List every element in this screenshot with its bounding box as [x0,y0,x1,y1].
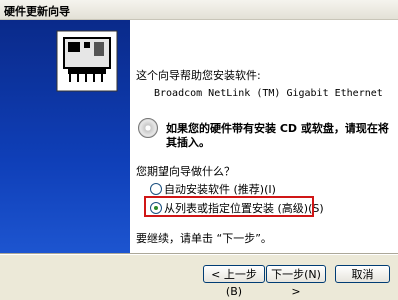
device-name: Broadcom NetLink (TM) Gigabit Ethernet [154,88,383,99]
auto-install-label[interactable]: 自动安装软件 (推荐)(I) [164,181,276,197]
selection-highlight-box [144,196,314,217]
button-bar: < 上一步(B) 下一步(N) > 取消 [0,254,398,298]
wizard-content: 这个向导帮助您安装软件: Broadcom NetLink (TM) Gigab… [130,20,398,254]
question-text: 您期望向导做什么？ [136,165,235,178]
title-bar: 硬件更新向导 [0,0,398,20]
continue-text: 要继续，请单击 “下一步”。 [136,232,272,245]
window-title: 硬件更新向导 [4,5,70,18]
next-button[interactable]: 下一步(N) > [266,265,326,298]
back-button[interactable]: < 上一步(B) [203,265,265,298]
cancel-button[interactable]: 取消 [335,265,390,283]
cd-disc-icon [138,118,158,138]
hardware-card-icon [56,30,118,92]
cd-prompt-line2: 其插入。 [166,136,210,149]
auto-install-radio[interactable] [150,183,162,195]
wizard-banner [0,20,130,254]
intro-text: 这个向导帮助您安装软件: [136,69,261,82]
